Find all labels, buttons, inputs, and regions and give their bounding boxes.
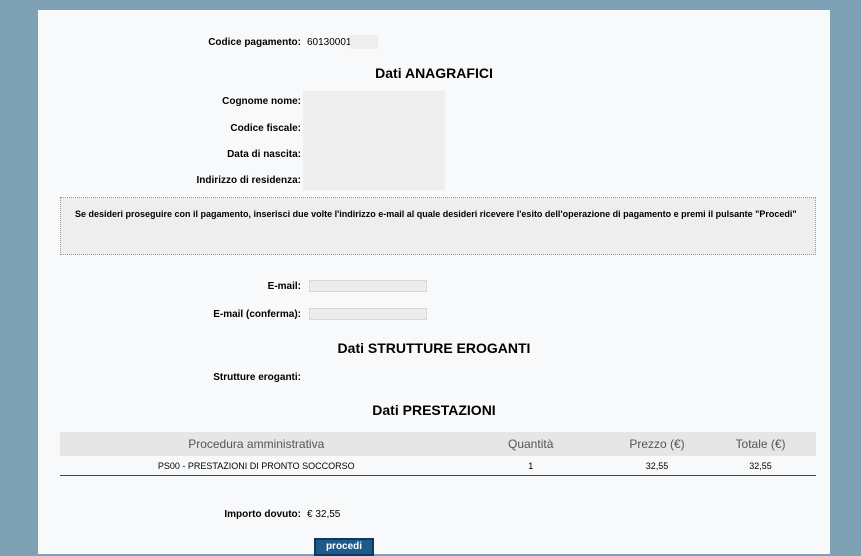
anagrafici-heading: Dati ANAGRAFICI xyxy=(375,65,493,81)
strutture-label: Strutture eroganti: xyxy=(213,372,301,383)
procedura-cell: PS00 - PRESTAZIONI DI PRONTO SOCCORSO xyxy=(60,456,453,476)
column-header: Totale (€) xyxy=(705,432,816,456)
payment-page: Codice pagamento: 60130001 Dati ANAGRAFI… xyxy=(38,10,830,556)
cognome-nome-label: Cognome nome: xyxy=(222,96,301,107)
payment-code-label: Codice pagamento: xyxy=(208,37,301,48)
procedi-button[interactable]: procedi xyxy=(314,538,374,556)
email-label: E-mail: xyxy=(267,281,301,292)
quantita-cell: 1 xyxy=(452,456,609,476)
email-notice: Se desideri proseguire con il pagamento,… xyxy=(60,197,816,255)
totale-cell: 32,55 xyxy=(705,456,816,476)
importo-value: € 32,55 xyxy=(307,509,341,520)
table-row: PS00 - PRESTAZIONI DI PRONTO SOCCORSO 1 … xyxy=(60,456,816,476)
importo-label: Importo dovuto: xyxy=(224,509,301,520)
prestazioni-table: Procedura amministrativa Quantità Prezzo… xyxy=(60,432,816,476)
table-header-row: Procedura amministrativa Quantità Prezzo… xyxy=(60,432,816,456)
codice-fiscale-label: Codice fiscale: xyxy=(230,123,301,134)
email-confirm-label: E-mail (conferma): xyxy=(213,309,301,320)
column-header: Quantità xyxy=(452,432,609,456)
email-confirm-input[interactable] xyxy=(309,308,427,320)
indirizzo-residenza-label: Indirizzo di residenza: xyxy=(196,175,301,186)
prestazioni-heading: Dati PRESTAZIONI xyxy=(372,402,496,418)
payment-code-value: 60130001 xyxy=(307,37,352,48)
column-header: Procedura amministrativa xyxy=(60,432,453,456)
data-nascita-label: Data di nascita: xyxy=(227,149,301,160)
email-input[interactable] xyxy=(309,280,427,292)
column-header: Prezzo (€) xyxy=(608,432,706,456)
anagrafici-values-box xyxy=(303,91,445,190)
payment-code-suffix-box xyxy=(350,35,378,49)
prezzo-cell: 32,55 xyxy=(608,456,706,476)
strutture-heading: Dati STRUTTURE EROGANTI xyxy=(337,340,531,356)
